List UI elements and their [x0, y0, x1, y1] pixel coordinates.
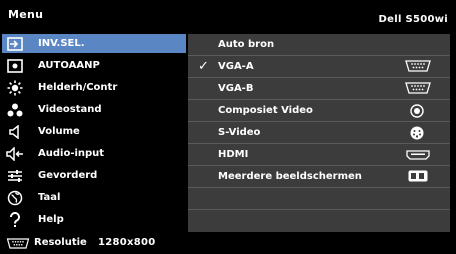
main-menu-item-help[interactable]: Help — [2, 210, 186, 229]
multi-display-icon — [408, 170, 428, 182]
vga-connector-icon — [6, 238, 30, 252]
submenu-item-vga-a[interactable]: ✓ VGA-A — [188, 56, 450, 78]
submenu-item-label: S-Video — [218, 127, 261, 138]
menu-title: Menu — [8, 8, 44, 21]
submenu-item-label: Composiet Video — [218, 105, 313, 116]
main-menu-item-advanced[interactable]: Gevorderd — [2, 166, 186, 185]
brightness-icon — [6, 80, 24, 96]
question-icon — [6, 211, 24, 228]
vga-connector-icon — [404, 60, 432, 72]
main-menu-item-label: INV.SEL. — [38, 38, 85, 49]
main-menu-item-audio-input[interactable]: Audio-input — [2, 144, 186, 163]
vga-connector-icon — [404, 82, 432, 94]
audio-input-icon — [6, 146, 24, 162]
submenu-item-label: HDMI — [218, 149, 249, 160]
main-menu-item-label: Helderh/Contr — [38, 82, 118, 93]
menu-header: Menu Dell S500wi — [0, 0, 456, 34]
main-menu-item-video-mode[interactable]: Videostand — [2, 100, 186, 119]
main-menu-item-volume[interactable]: Volume — [2, 122, 186, 141]
hdmi-connector-icon — [406, 150, 430, 160]
auto-adjust-icon — [6, 58, 24, 74]
submenu-item-multiple-displays[interactable]: Meerdere beeldschermen — [188, 166, 450, 188]
input-select-icon — [6, 36, 24, 52]
speaker-icon — [6, 124, 24, 140]
submenu-item-s-video[interactable]: S-Video — [188, 122, 450, 144]
submenu-item-label: VGA-A — [218, 61, 254, 72]
submenu-item-auto-source[interactable]: Auto bron — [188, 34, 450, 56]
advanced-sliders-icon — [6, 168, 24, 184]
main-menu-item-label: Gevorderd — [38, 170, 98, 181]
submenu-item-vga-b[interactable]: VGA-B — [188, 78, 450, 100]
checkmark-icon: ✓ — [198, 59, 209, 74]
main-menu-item-label: Volume — [38, 126, 80, 137]
main-menu-item-label: Videostand — [38, 104, 102, 115]
main-menu-item-label: AUTOAANP — [38, 60, 100, 71]
projector-model: Dell S500wi — [378, 14, 448, 25]
submenu-item-hdmi[interactable]: HDMI — [188, 144, 450, 166]
projector-osd-menu: Menu Dell S500wi INV.SEL. AUTOAANP Helde… — [0, 0, 456, 254]
resolution-label: Resolutie — [34, 237, 87, 248]
submenu-item-label: Auto bron — [218, 39, 275, 50]
main-menu-item-label: Help — [38, 214, 64, 225]
main-menu-item-label: Taal — [38, 192, 61, 203]
status-footer: Resolutie 1280x800 — [0, 232, 456, 254]
video-mode-icon — [6, 102, 24, 118]
main-menu-item-brightness[interactable]: Helderh/Contr — [2, 78, 186, 97]
globe-icon — [6, 190, 24, 206]
rca-connector-icon — [410, 104, 424, 118]
main-menu-item-input-select[interactable]: INV.SEL. — [2, 34, 186, 53]
resolution-value: 1280x800 — [98, 237, 156, 248]
input-select-submenu: Auto bron ✓ VGA-A VGA-B Composiet Video … — [188, 34, 450, 232]
submenu-item-composite-video[interactable]: Composiet Video — [188, 100, 450, 122]
submenu-item-label: Meerdere beeldschermen — [218, 171, 362, 182]
s-video-connector-icon — [410, 126, 424, 140]
submenu-item-empty — [188, 188, 450, 210]
submenu-item-label: VGA-B — [218, 83, 254, 94]
main-menu-item-auto-adjust[interactable]: AUTOAANP — [2, 56, 186, 75]
main-menu-item-language[interactable]: Taal — [2, 188, 186, 207]
main-menu: INV.SEL. AUTOAANP Helderh/Contr Videosta… — [0, 34, 188, 232]
main-menu-item-label: Audio-input — [38, 148, 105, 159]
